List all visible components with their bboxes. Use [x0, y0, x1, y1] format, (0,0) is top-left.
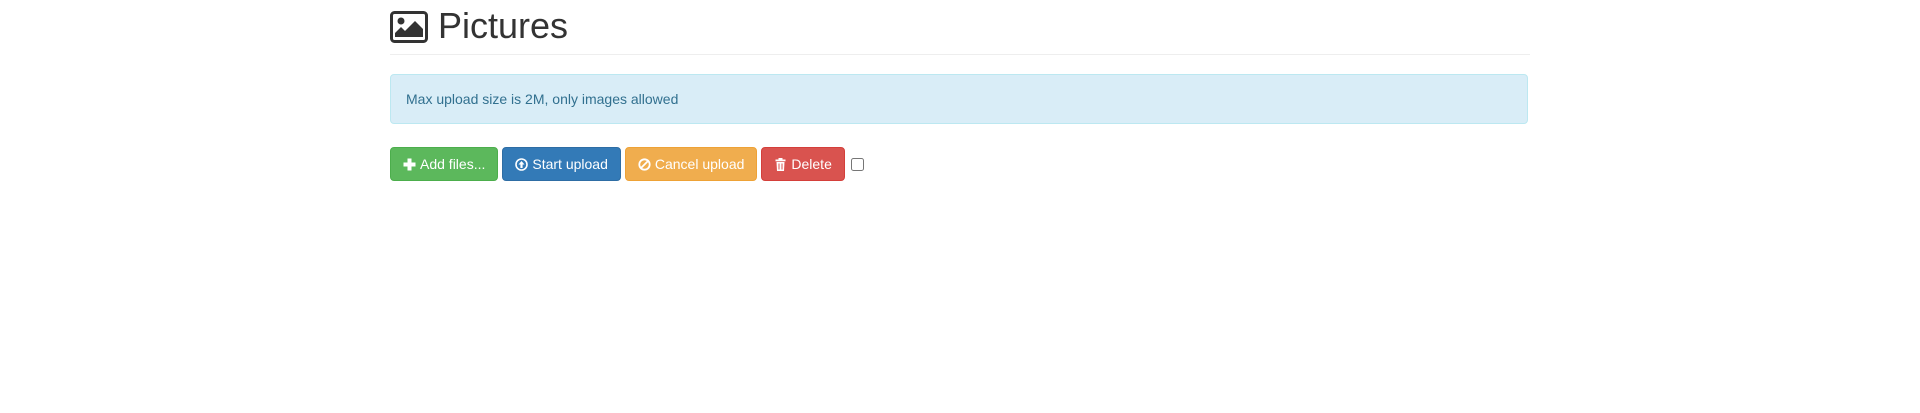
start-upload-button[interactable]: Start upload: [502, 147, 621, 181]
picture-icon: [390, 11, 428, 43]
page-title: Pictures: [438, 5, 569, 46]
fileupload-buttonbar: Add files... Start upload Cancel upload: [390, 147, 864, 181]
add-files-label: Add files...: [420, 156, 486, 172]
ban-circle-icon: [638, 157, 651, 171]
select-all-checkbox[interactable]: [850, 157, 864, 171]
plus-icon: [403, 158, 416, 170]
start-upload-label: Start upload: [532, 156, 608, 172]
trash-icon: [775, 157, 786, 171]
upload-circle-icon: [515, 157, 529, 171]
upload-info-alert: Max upload size is 2M, only images allow…: [390, 74, 1528, 124]
alert-text: Max upload size is 2M, only images allow…: [406, 91, 679, 107]
cancel-upload-button[interactable]: Cancel upload: [624, 147, 758, 181]
cancel-upload-label: Cancel upload: [654, 156, 745, 172]
delete-button[interactable]: Delete: [761, 147, 845, 181]
delete-label: Delete: [791, 156, 832, 172]
fileupload-container: Pictures Max upload size is 2M, only ima…: [390, 0, 1530, 181]
page-header: Pictures: [390, 0, 1530, 55]
add-files-button[interactable]: Add files...: [390, 147, 499, 181]
